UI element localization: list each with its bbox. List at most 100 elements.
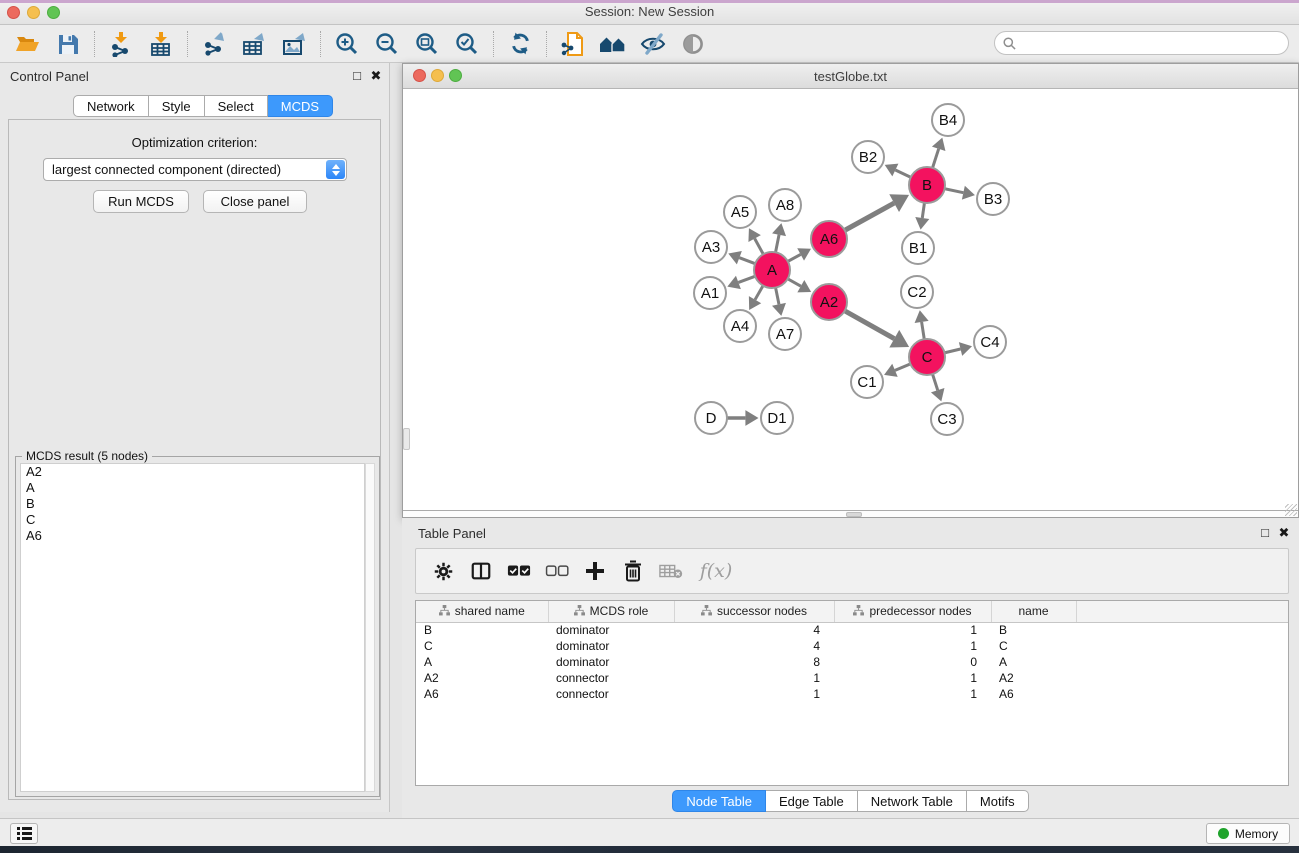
table-row[interactable]: Bdominator41B [416, 622, 1288, 638]
graph-node-D[interactable]: D [695, 402, 727, 434]
table-row[interactable]: Cdominator41C [416, 638, 1288, 654]
export-table-button[interactable] [234, 28, 274, 60]
graph-node-A2[interactable]: A2 [811, 284, 847, 320]
table-cell: 1 [834, 686, 991, 702]
table-row[interactable]: Adominator80A [416, 654, 1288, 670]
graph-node-A6[interactable]: A6 [811, 221, 847, 257]
graph-node-A5[interactable]: A5 [724, 196, 756, 228]
import-table-button[interactable] [141, 28, 181, 60]
table-row[interactable]: A6connector11A6 [416, 686, 1288, 702]
zoom-out-button[interactable] [367, 28, 407, 60]
tab-select[interactable]: Select [205, 95, 268, 117]
hierarchy-icon [439, 605, 450, 619]
graph-node-B2[interactable]: B2 [852, 141, 884, 173]
network-vertical-scrollbar[interactable] [403, 428, 410, 450]
delete-table-button[interactable] [656, 556, 686, 586]
graph-node-C1[interactable]: C1 [851, 366, 883, 398]
graph-node-A3[interactable]: A3 [695, 231, 727, 263]
task-history-button[interactable] [10, 823, 38, 844]
tab-node-table[interactable]: Node Table [672, 790, 766, 812]
network-hscroll-thumb[interactable] [846, 512, 862, 517]
trash-icon [623, 560, 643, 582]
graph-node-C3[interactable]: C3 [931, 403, 963, 435]
graph-node-A8[interactable]: A8 [769, 189, 801, 221]
table-panel-tabs: Node TableEdge TableNetwork TableMotifs [402, 790, 1299, 812]
mcds-result-item[interactable]: A [21, 480, 364, 496]
graph-node-D1[interactable]: D1 [761, 402, 793, 434]
tab-style[interactable]: Style [149, 95, 205, 117]
memory-button[interactable]: Memory [1206, 823, 1290, 844]
graph-node-C[interactable]: C [909, 339, 945, 375]
zoom-selected-button[interactable] [447, 28, 487, 60]
export-network-button[interactable] [194, 28, 234, 60]
main-toolbar [0, 25, 1299, 63]
zoom-in-button[interactable] [327, 28, 367, 60]
save-session-button[interactable] [48, 28, 88, 60]
close-table-panel-icon[interactable]: ✖ [1276, 525, 1292, 541]
graph-node-B4[interactable]: B4 [932, 104, 964, 136]
graph-node-B1[interactable]: B1 [902, 232, 934, 264]
folder-open-icon [15, 32, 41, 56]
column-header-mcds-role[interactable]: MCDS role [548, 601, 674, 622]
toolbar-houses-button[interactable] [593, 28, 633, 60]
table-cell: connector [548, 686, 674, 702]
graph-node-C4[interactable]: C4 [974, 326, 1006, 358]
mcds-result-item[interactable]: A2 [21, 464, 364, 480]
mcds-result-list[interactable]: A2ABCA6 [20, 463, 365, 792]
add-column-button[interactable] [580, 556, 610, 586]
column-header-successor-nodes[interactable]: successor nodes [674, 601, 834, 622]
table-cell: B [416, 622, 548, 638]
tab-mcds[interactable]: MCDS [268, 95, 333, 117]
delete-column-button[interactable] [618, 556, 648, 586]
close-panel-button[interactable]: Close panel [203, 190, 307, 213]
table-panel: Table Panel □ ✖ [402, 518, 1299, 818]
split-columns-button[interactable] [466, 556, 496, 586]
search-field[interactable] [994, 31, 1289, 55]
graph-node-B3[interactable]: B3 [977, 183, 1009, 215]
mcds-result-item[interactable]: A6 [21, 528, 364, 544]
open-session-button[interactable] [8, 28, 48, 60]
table-settings-button[interactable] [428, 556, 458, 586]
column-header-shared-name[interactable]: shared name [416, 601, 548, 622]
select-all-columns-button[interactable] [504, 556, 534, 586]
mcds-result-item[interactable]: B [21, 496, 364, 512]
mcds-list-scrollbar[interactable] [365, 463, 375, 792]
tab-network-table[interactable]: Network Table [858, 790, 967, 812]
graph-node-C2[interactable]: C2 [901, 276, 933, 308]
export-table-icon [241, 31, 267, 57]
float-table-panel-icon[interactable]: □ [1257, 525, 1273, 540]
table-cell: 8 [674, 654, 834, 670]
apply-layout-button[interactable] [500, 28, 540, 60]
network-canvas[interactable]: B4 B2 B B3 A8 A5 A6 A3 B1 A A1 C2 A2 A4 A7 C4 C C1 C3 D D1 [403, 89, 1298, 510]
mcds-tab-content: Optimization criterion: largest connecte… [8, 119, 381, 800]
column-header-predecessor-nodes[interactable]: predecessor nodes [834, 601, 991, 622]
deselect-all-columns-button[interactable] [542, 556, 572, 586]
table-row[interactable]: A2connector11A2 [416, 670, 1288, 686]
toolbar-eye-button[interactable] [673, 28, 713, 60]
graph-node-A1[interactable]: A1 [694, 277, 726, 309]
export-image-button[interactable] [274, 28, 314, 60]
table-header-row: shared name MCDS role successor nodes pr… [416, 601, 1288, 622]
zoom-fit-button[interactable] [407, 28, 447, 60]
close-panel-icon[interactable]: ✖ [368, 68, 384, 84]
mcds-result-item[interactable]: C [21, 512, 364, 528]
tab-motifs[interactable]: Motifs [967, 790, 1029, 812]
tab-edge-table[interactable]: Edge Table [766, 790, 858, 812]
window-resize-grip[interactable] [1285, 504, 1297, 516]
graph-node-A7[interactable]: A7 [769, 318, 801, 350]
graph-node-A[interactable]: A [754, 252, 790, 288]
search-input[interactable] [1016, 36, 1280, 50]
hide-graphics-details-button[interactable] [633, 28, 673, 60]
criterion-dropdown[interactable]: largest connected component (directed) [43, 158, 347, 181]
graph-node-B[interactable]: B [909, 167, 945, 203]
network-from-selection-button[interactable] [553, 28, 593, 60]
tab-network[interactable]: Network [73, 95, 149, 117]
graph-node-A4[interactable]: A4 [724, 310, 756, 342]
network-horizontal-scrollbar[interactable] [403, 510, 1298, 517]
float-panel-icon[interactable]: □ [349, 68, 365, 83]
run-mcds-button[interactable]: Run MCDS [93, 190, 189, 213]
run-mcds-label: Run MCDS [108, 194, 174, 209]
column-header-name[interactable]: name [991, 601, 1076, 622]
import-network-button[interactable] [101, 28, 141, 60]
function-builder-button[interactable]: f(x) [694, 556, 738, 586]
